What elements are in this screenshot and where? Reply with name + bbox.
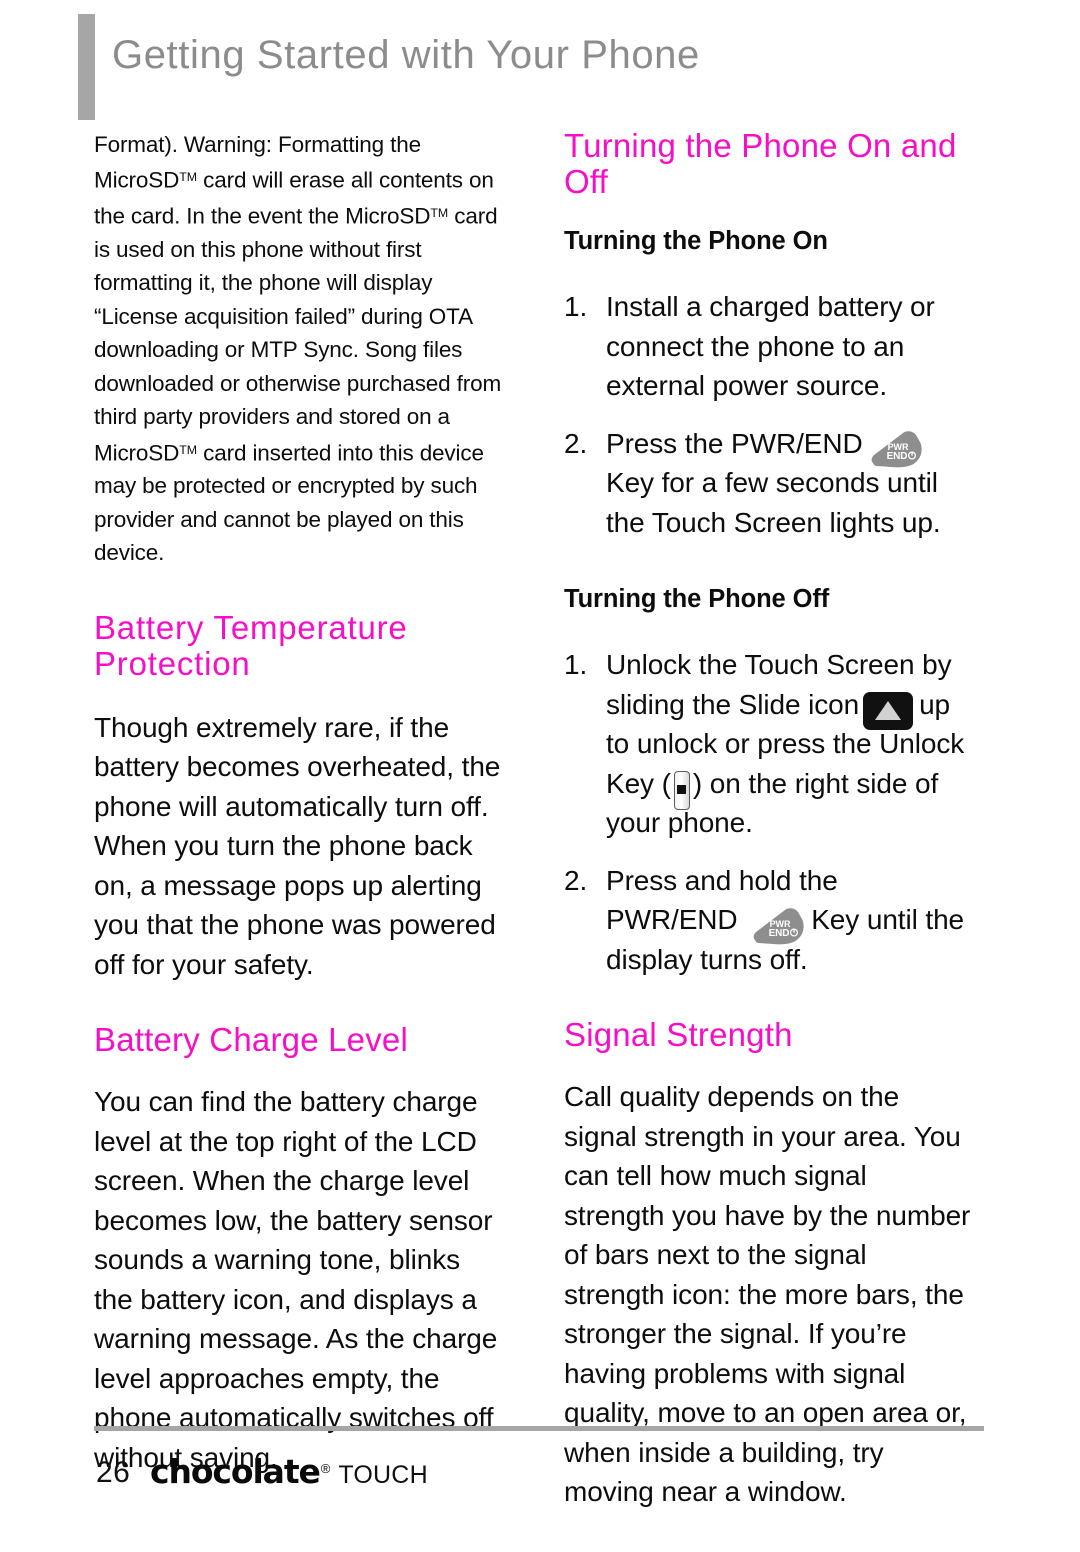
- trademark-2: TM: [430, 206, 449, 221]
- heading-tp-line2: Off: [564, 163, 609, 200]
- heading-bt-line2: Protection: [94, 644, 251, 682]
- svg-text:END: END: [886, 451, 907, 462]
- trademark-3: TM: [179, 442, 198, 457]
- heading-battery-charge-level: Battery Charge Level: [94, 1021, 409, 1059]
- turn-on-step-2-text-before: Press the PWR/END: [606, 427, 863, 459]
- heading-turning-the-phone-on-and-off: Turning the Phone On and Off: [564, 128, 974, 200]
- slide-arrow-icon: [875, 700, 902, 720]
- logo-wordmark: chocolate: [150, 1452, 321, 1491]
- heading-battery-temperature-protection: Battery Temperature Protection: [94, 608, 504, 682]
- chocolate-touch-logo: chocolate ® TOUCH: [150, 1452, 428, 1491]
- left-column: Format). Warning: Formatting the MicroSD…: [94, 128, 504, 1477]
- turn-off-step-1-number: 1.: [564, 649, 588, 680]
- heading-signal-strength: Signal Strength: [564, 1016, 793, 1053]
- turn-on-step-1-text: Install a charged battery or connect the…: [606, 291, 935, 401]
- slide-icon: [863, 691, 914, 730]
- svg-text:END: END: [769, 928, 790, 939]
- header-accent-bar: [78, 14, 95, 120]
- turn-on-step-2-number: 2.: [564, 427, 588, 459]
- pwr-end-key-icon-2: PWR END: [749, 907, 805, 947]
- logo-suffix: TOUCH: [338, 1461, 428, 1489]
- turn-on-step-1-number: 1.: [564, 291, 588, 322]
- pwr-end-key-icon: PWR END: [867, 430, 923, 470]
- heading-bt-line1: Battery Temperature: [94, 608, 408, 646]
- turn-off-step-1: 1. Unlock the Touch Screen by sliding the…: [564, 645, 974, 843]
- page-number: 26: [96, 1456, 131, 1489]
- turn-on-step-1: 1. Install a charged battery or connect t…: [564, 287, 974, 406]
- registered-mark-icon: ®: [320, 1461, 331, 1476]
- turn-off-step-2-number: 2.: [564, 864, 588, 896]
- battery-temperature-paragraph: Though extremely rare, if the battery be…: [94, 711, 501, 980]
- heading-tp-line1: Turning the Phone On and: [564, 127, 957, 164]
- subheading-turning-the-phone-off: Turning the Phone Off: [564, 585, 830, 613]
- right-column: Turning the Phone On and Off Turning the…: [564, 128, 974, 1512]
- page-footer: 26 chocolate ® TOUCH: [0, 1418, 1080, 1552]
- turn-off-step-2: 2. Press and hold the PWR/END PWR END Key u…: [564, 861, 974, 980]
- unlock-key-marker-icon: [676, 784, 686, 794]
- page-header: Getting Started with Your Phone: [0, 0, 1080, 128]
- turn-on-step-2: 2. Press the PWR/END PWR END Key for a few s…: [564, 424, 974, 543]
- page-title: Getting Started with Your Phone: [112, 33, 700, 77]
- microsd-warning-paragraph: Format). Warning: Formatting the MicroSD…: [94, 128, 504, 570]
- subheading-turning-the-phone-on: Turning the Phone On: [564, 227, 828, 255]
- footer-divider: [94, 1426, 984, 1431]
- page-columns: Format). Warning: Formatting the MicroSD…: [0, 128, 1080, 1508]
- trademark-1: TM: [179, 170, 198, 185]
- turn-on-step-2-text-after: Key for a few seconds until the Touch Sc…: [606, 467, 941, 538]
- microsd-warning-part3: card is used on this phone without first…: [94, 203, 502, 465]
- unlock-key-icon: [673, 770, 690, 810]
